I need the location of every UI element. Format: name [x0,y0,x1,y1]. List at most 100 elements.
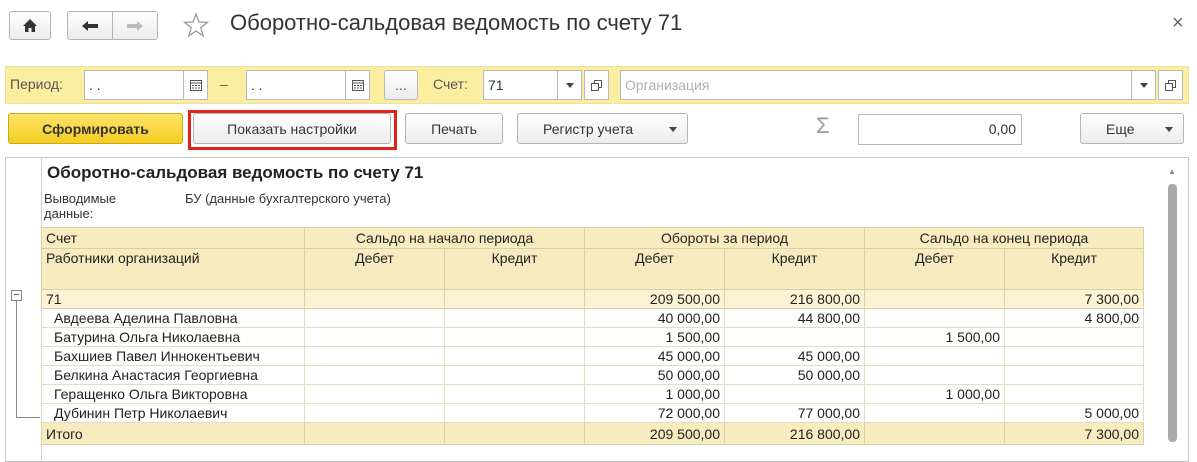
cell [444,384,585,404]
cell [864,346,1005,366]
table-row[interactable]: Батурина Ольга Николаевна 1 500,00 1 500… [41,327,1144,347]
cell [864,289,1005,309]
organization-open-button[interactable] [1158,70,1183,100]
register-button-label: Регистр учета [543,120,634,137]
cell [1004,327,1144,347]
header-row-1: Счет Сальдо на начало периода Обороты за… [41,227,1144,249]
col-account: Счет [41,227,305,249]
open-link-icon [591,79,602,91]
cell: 4 800,00 [1004,308,1144,328]
total-label: Итого [41,422,305,445]
cell [304,346,445,366]
table-row[interactable]: Авдеева Аделина Павловна 40 000,00 44 80… [41,308,1144,328]
cell [864,365,1005,385]
arrow-right-icon [127,20,143,31]
col-closing-debit: Дебет [864,248,1005,290]
period-select-button[interactable]: ... [384,70,418,100]
output-value: БУ (данные бухгалтерского учета) [185,191,391,206]
generate-button[interactable]: Сформировать [8,113,183,144]
table-row[interactable]: Белкина Анастасия Георгиевна 50 000,00 5… [41,365,1144,385]
account-field[interactable]: 71 [483,70,558,100]
table-row[interactable]: Геращенко Ольга Викторовна 1 000,00 1 00… [41,384,1144,404]
collapse-group-button[interactable]: − [11,290,22,301]
cell [304,308,445,328]
cell [864,308,1005,328]
date-from-field[interactable]: . . [84,70,184,100]
account-label: Счет: [433,76,468,92]
organization-field[interactable]: Организация [620,70,1132,100]
cell: 45 000,00 [584,346,725,366]
col-opening: Сальдо на начало периода [304,227,585,249]
cell [444,403,585,423]
open-link-icon [1165,79,1176,91]
cell [304,327,445,347]
table-row[interactable]: Бахшиев Павел Иннокентьевич 45 000,00 45… [41,346,1144,366]
report-title: Оборотно-сальдовая ведомость по счету 71 [47,163,424,182]
cell: 1 000,00 [864,384,1005,404]
organization-dropdown-button[interactable] [1131,70,1156,100]
col-turnover-debit: Дебет [584,248,725,290]
col-subconto: Работники организаций [41,248,305,290]
sigma-icon: Σ [816,113,830,138]
cell [444,422,585,445]
col-opening-debit: Дебет [304,248,445,290]
scroll-up-icon[interactable]: ▲ [1168,167,1176,176]
cell [304,422,445,445]
cell: 7 300,00 [1004,289,1144,309]
sum-field[interactable]: 0,00 [858,114,1022,145]
cell [304,403,445,423]
total-row: Итого 209 500,00 216 800,00 7 300,00 [41,422,1144,445]
cell: 77 000,00 [724,403,865,423]
cell: 7 300,00 [1004,422,1144,445]
cell: 1 000,00 [584,384,725,404]
cell [864,403,1005,423]
cell: 1 500,00 [584,327,725,347]
cell [304,365,445,385]
highlight-frame [188,110,397,150]
star-icon [182,12,210,38]
scrollbar-thumb[interactable] [1168,184,1177,442]
chevron-down-icon [1165,127,1173,132]
group-tree-line [16,301,17,418]
register-button[interactable]: Регистр учета [517,113,688,144]
group-account: 71 [41,289,305,309]
calendar-icon [189,79,202,91]
group-row[interactable]: 71 209 500,00 216 800,00 7 300,00 [41,289,1144,309]
cell [1004,384,1144,404]
table-row[interactable]: Дубинин Петр Николаевич 72 000,00 77 000… [41,403,1144,423]
account-open-button[interactable] [584,70,609,100]
close-button[interactable]: × [1172,12,1184,35]
forward-button[interactable] [112,11,158,40]
chevron-down-icon [565,82,574,88]
more-button-label: Еще [1106,120,1135,137]
employee-name: Бахшиев Павел Иннокентьевич [41,346,305,366]
employee-name: Батурина Ольга Николаевна [41,327,305,347]
cell: 216 800,00 [724,289,865,309]
col-turnover: Обороты за период [584,227,865,249]
col-closing-credit: Кредит [1004,248,1144,290]
employee-name: Белкина Анастасия Георгиевна [41,365,305,385]
calendar-from-button[interactable] [183,70,208,100]
cell [1004,346,1144,366]
back-button[interactable] [67,11,113,40]
home-button[interactable] [9,11,51,40]
cell [444,346,585,366]
cell: 209 500,00 [584,289,725,309]
cell [864,422,1005,445]
date-dash: – [220,76,228,92]
date-to-field[interactable]: . . [246,70,346,100]
cell: 5 000,00 [1004,403,1144,423]
print-button[interactable]: Печать [405,113,503,144]
home-icon [23,19,37,32]
more-button[interactable]: Еще [1080,113,1184,144]
employee-name: Дубинин Петр Николаевич [41,403,305,423]
calendar-to-button[interactable] [345,70,370,100]
arrow-left-icon [82,20,98,31]
cell: 50 000,00 [724,365,865,385]
account-dropdown-button[interactable] [557,70,582,100]
favorite-star-button[interactable] [182,12,210,41]
chevron-down-icon [1139,82,1148,88]
period-label: Период: [10,76,63,92]
chevron-down-icon [669,127,677,132]
col-closing: Сальдо на конец периода [864,227,1144,249]
